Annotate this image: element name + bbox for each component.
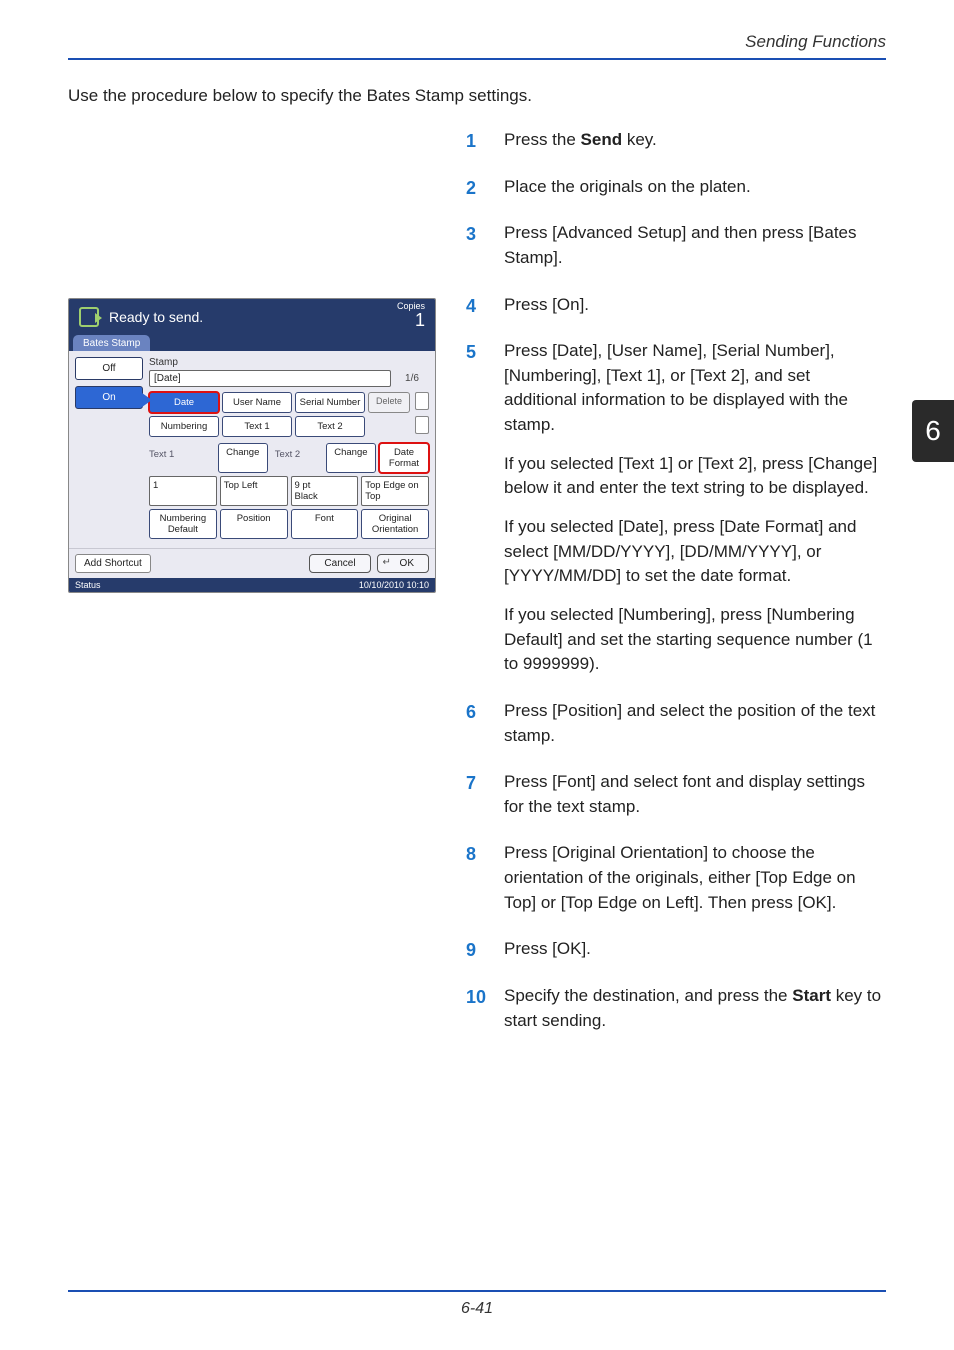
font-value: 9 pt Black xyxy=(291,476,359,506)
position-button[interactable]: Position xyxy=(220,509,288,539)
touch-panel: Ready to send. Copies 1 Bates Stamp Off … xyxy=(68,298,436,593)
scroll-up-icon[interactable] xyxy=(415,392,429,410)
scroll-up-down[interactable] xyxy=(415,392,429,413)
ok-button[interactable]: OK xyxy=(377,554,429,573)
step-5-main: Press [Date], [User Name], [Serial Numbe… xyxy=(504,341,848,434)
copies-value: 1 xyxy=(397,311,425,329)
stamp-value-field: [Date] xyxy=(149,370,391,387)
font-color-value: Black xyxy=(295,491,318,502)
status-label[interactable]: Status xyxy=(75,580,101,590)
page-indicator: 1/6 xyxy=(395,373,429,384)
text2-label: Text 2 xyxy=(271,447,323,473)
step-8: Press [Original Orientation] to choose t… xyxy=(466,841,886,915)
panel-title: Ready to send. xyxy=(109,309,203,325)
on-button[interactable]: On xyxy=(75,386,143,409)
step-5-sub-a: If you selected [Text 1] or [Text 2], pr… xyxy=(504,452,886,501)
step-1-text-a: Press the xyxy=(504,130,581,149)
panel-column: Ready to send. Copies 1 Bates Stamp Off … xyxy=(68,128,436,1055)
step-7: Press [Font] and select font and display… xyxy=(466,770,886,819)
stamp-text1[interactable]: Text 1 xyxy=(222,416,292,437)
position-value: Top Left xyxy=(220,476,288,506)
status-bar: Status 10/10/2010 10:10 xyxy=(69,578,435,592)
page-number: 6-41 xyxy=(0,1300,954,1318)
delete-button[interactable]: Delete xyxy=(368,392,410,413)
header-rule xyxy=(68,58,886,60)
step-10-key: Start xyxy=(792,986,831,1005)
stamp-user-name[interactable]: User Name xyxy=(222,392,292,413)
on-off-group: Off On xyxy=(75,357,143,542)
stamp-text2[interactable]: Text 2 xyxy=(295,416,365,437)
scroll-down-icon[interactable] xyxy=(415,416,429,434)
running-header: Sending Functions xyxy=(68,32,886,52)
panel-titlebar: Ready to send. Copies 1 xyxy=(69,299,435,335)
numbering-default-button[interactable]: Numbering Default xyxy=(149,509,217,539)
stamp-date[interactable]: Date xyxy=(149,392,219,413)
text1-label: Text 1 xyxy=(149,447,215,473)
step-6: Press [Position] and select the position… xyxy=(466,699,886,748)
status-timestamp: 10/10/2010 10:10 xyxy=(359,580,429,590)
change-button-1[interactable]: Change xyxy=(218,443,268,473)
page: Sending Functions Use the procedure belo… xyxy=(0,0,954,1095)
font-button[interactable]: Font xyxy=(291,509,359,539)
step-1-text-b: key. xyxy=(622,130,657,149)
send-icon xyxy=(79,307,99,327)
stamp-numbering[interactable]: Numbering xyxy=(149,416,219,437)
change-button-2[interactable]: Change xyxy=(326,443,376,473)
font-size-value: 9 pt xyxy=(295,480,311,491)
numbering-default-label: Numbering Default xyxy=(160,513,206,535)
stamp-value-row: [Date] 1/6 xyxy=(149,370,429,387)
steps-column: Press the Send key. Place the originals … xyxy=(466,128,886,1055)
step-5-sub-b: If you selected [Date], press [Date Form… xyxy=(504,515,886,589)
stamp-area: Stamp [Date] 1/6 Date User Name Serial N… xyxy=(149,357,429,542)
numbering-value: 1 xyxy=(149,476,217,506)
cancel-button[interactable]: Cancel xyxy=(309,554,370,573)
text-row: Text 1 Change Text 2 Change Date Format xyxy=(149,443,429,473)
orientation-label: Original Orientation xyxy=(372,513,418,535)
date-format-button[interactable]: Date Format xyxy=(379,443,429,473)
step-5-sub-c: If you selected [Numbering], press [Numb… xyxy=(504,603,886,677)
step-2: Place the originals on the platen. xyxy=(466,175,886,200)
tab-bates-stamp[interactable]: Bates Stamp xyxy=(73,335,150,351)
step-1: Press the Send key. xyxy=(466,128,886,153)
chapter-tab: 6 xyxy=(912,400,954,462)
step-1-key: Send xyxy=(581,130,623,149)
procedure-list: Press the Send key. Place the originals … xyxy=(466,128,886,1033)
scroll-down[interactable] xyxy=(415,416,429,437)
intro-text: Use the procedure below to specify the B… xyxy=(68,86,886,106)
stamp-row-2: Numbering Text 1 Text 2 xyxy=(149,416,429,437)
step-9: Press [OK]. xyxy=(466,937,886,962)
two-column-area: Ready to send. Copies 1 Bates Stamp Off … xyxy=(68,128,886,1055)
orientation-button[interactable]: Original Orientation xyxy=(361,509,429,539)
copies-indicator: Copies 1 xyxy=(397,302,425,329)
stamp-serial-number[interactable]: Serial Number xyxy=(295,392,365,413)
orientation-value: Top Edge on Top xyxy=(361,476,429,506)
panel-body: Off On Stamp [Date] 1/6 Date User Name S… xyxy=(69,351,435,548)
panel-tabs: Bates Stamp xyxy=(69,335,435,351)
step-4: Press [On]. xyxy=(466,293,886,318)
panel-footer: Add Shortcut Cancel OK xyxy=(69,548,435,578)
stamp-label: Stamp xyxy=(149,357,429,368)
footer-rule xyxy=(68,1290,886,1292)
stamp-row-1: Date User Name Serial Number Delete xyxy=(149,392,429,413)
off-button[interactable]: Off xyxy=(75,357,143,380)
step-5: Press [Date], [User Name], [Serial Numbe… xyxy=(466,339,886,677)
step-10: Specify the destination, and press the S… xyxy=(466,984,886,1033)
add-shortcut-button[interactable]: Add Shortcut xyxy=(75,554,151,573)
button-row: Numbering Default Position Font Original… xyxy=(149,509,429,539)
step-3: Press [Advanced Setup] and then press [B… xyxy=(466,221,886,270)
step-10-text-a: Specify the destination, and press the xyxy=(504,986,792,1005)
value-row: 1 Top Left 9 pt Black Top Edge on Top xyxy=(149,476,429,506)
